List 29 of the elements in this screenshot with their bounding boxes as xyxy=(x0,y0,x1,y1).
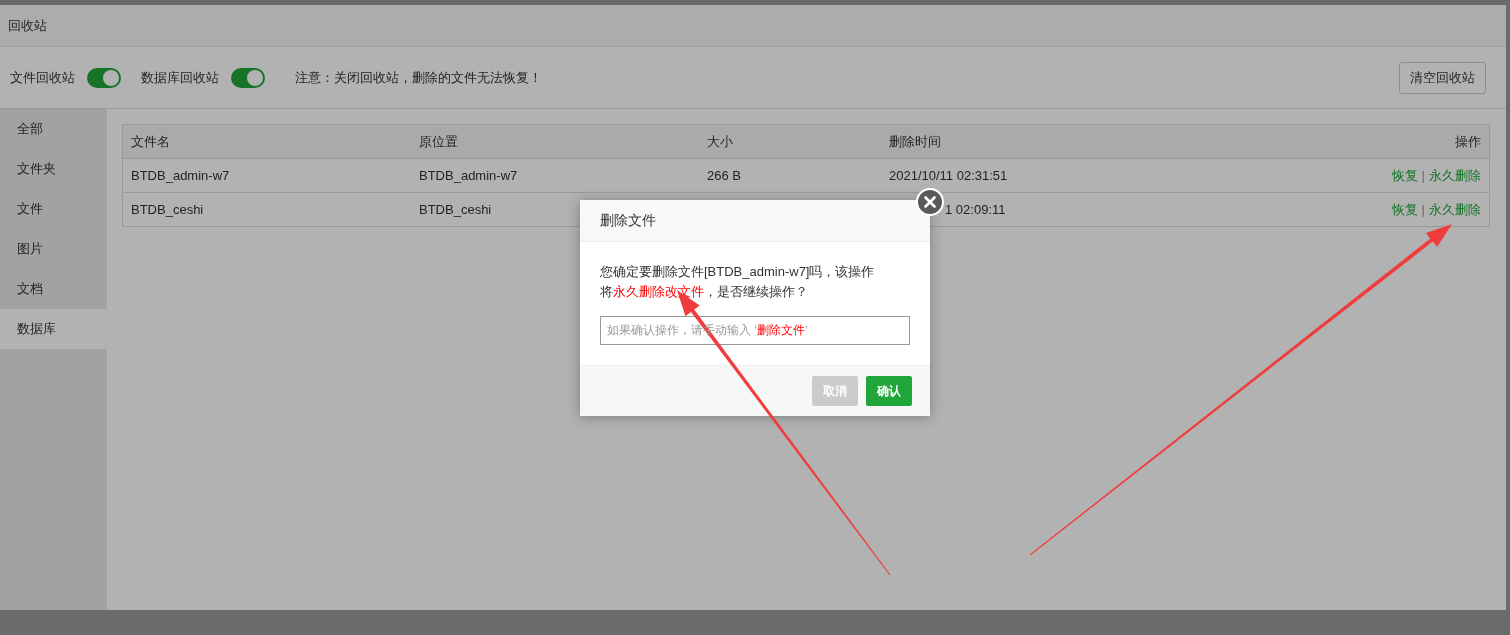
table-cell: BTDB_admin-w7 xyxy=(419,168,518,183)
table-cell: BTDB_ceshi xyxy=(131,202,204,217)
clear-button[interactable]: 清空回收站 xyxy=(1399,61,1486,94)
column-header: 文件名 xyxy=(130,132,171,151)
toggle-switch[interactable] xyxy=(231,67,265,88)
dialog-title: 删除文件 xyxy=(600,211,656,230)
confirm-button[interactable]: 确认 xyxy=(866,376,912,406)
sidebar-item[interactable]: 文件夹 xyxy=(0,149,107,189)
sidebar-item[interactable]: 数据库 xyxy=(0,309,107,349)
sidebar-item[interactable]: 文件 xyxy=(0,189,107,229)
notice-text: 注意：关闭回收站，删除的文件无法恢复！ xyxy=(295,68,542,87)
table-cell: BTDB_admin-w7 xyxy=(131,168,230,183)
sidebar-item[interactable]: 文档 xyxy=(0,269,107,309)
column-header: 原位置 xyxy=(418,132,459,151)
table-cell: BTDB_ceshi xyxy=(419,202,492,217)
table-cell: 266 B xyxy=(707,168,741,183)
column-header: 操作 xyxy=(1454,132,1482,151)
window-title: 回收站 xyxy=(8,16,47,35)
table-cell: 2021/10/11 02:31:51 xyxy=(889,168,1008,183)
toggle-switch[interactable] xyxy=(87,67,121,88)
separator-text: | xyxy=(1421,167,1425,183)
toggle-label: 文件回收站 xyxy=(10,68,75,87)
column-header: 大小 xyxy=(706,132,734,151)
table-cell: 1 02:09:11 xyxy=(945,202,1006,217)
separator-text: | xyxy=(1421,201,1425,217)
sidebar-item[interactable]: 图片 xyxy=(0,229,107,269)
toggle-label: 数据库回收站 xyxy=(141,68,219,87)
sidebar-item[interactable]: 全部 xyxy=(0,109,107,149)
column-header: 删除时间 xyxy=(888,132,942,151)
